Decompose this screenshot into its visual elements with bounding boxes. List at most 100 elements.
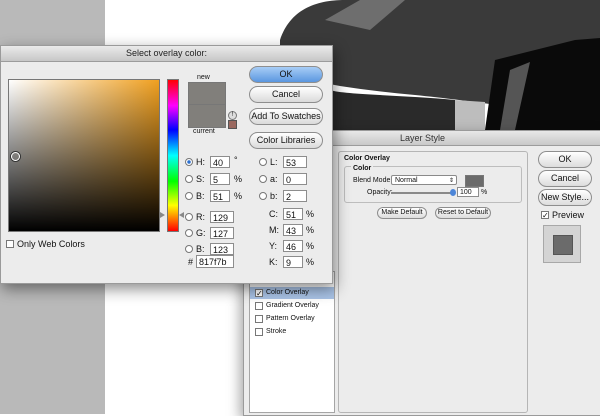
b-value: 51 — [213, 192, 224, 202]
a-input[interactable]: 0 — [283, 173, 307, 185]
stroke-checkbox[interactable] — [255, 328, 263, 336]
y-label: Y: — [269, 241, 278, 251]
style-item-gradient-overlay[interactable]: Gradient Overlay — [250, 300, 334, 312]
hue-slider[interactable] — [167, 79, 179, 232]
overlay-color-swatch[interactable] — [465, 175, 484, 187]
g-label: G: — [196, 228, 206, 238]
warning-icon[interactable]: ! — [228, 111, 237, 120]
hex-label: # — [188, 257, 194, 267]
r-label: R: — [196, 212, 205, 222]
style-item-label: Pattern Overlay — [266, 315, 315, 322]
color-field[interactable] — [8, 79, 160, 232]
m-unit: % — [306, 225, 315, 235]
gradient-overlay-checkbox[interactable] — [255, 302, 263, 310]
color-picker-ok-button[interactable]: OK — [249, 66, 323, 83]
blend-mode-select[interactable]: Normal ⇕ — [391, 175, 457, 185]
color-field-cursor[interactable] — [11, 152, 20, 161]
lab-b-radio[interactable] — [259, 192, 267, 200]
s-input[interactable]: 5 — [210, 173, 230, 185]
s-radio[interactable] — [185, 175, 193, 183]
blue-radio[interactable] — [185, 245, 193, 253]
style-preview-box — [543, 225, 581, 263]
add-to-swatches-button[interactable]: Add To Swatches — [249, 108, 323, 125]
pattern-overlay-checkbox[interactable] — [255, 315, 263, 323]
y-input[interactable]: 46 — [283, 240, 303, 252]
group-title: Color — [351, 163, 374, 175]
opacity-input[interactable]: 100 — [457, 187, 479, 197]
style-item-pattern-overlay[interactable]: Pattern Overlay — [250, 313, 334, 325]
style-item-color-overlay[interactable]: ✓ Color Overlay — [250, 287, 334, 299]
web-safe-swatch-icon[interactable] — [228, 120, 237, 129]
k-unit: % — [306, 257, 315, 267]
make-default-button[interactable]: Make Default — [377, 207, 427, 219]
hue-slider-left-arrow[interactable] — [160, 212, 165, 218]
only-web-colors-label: Only Web Colors — [17, 239, 85, 249]
reset-to-default-button[interactable]: Reset to Default — [435, 207, 491, 219]
a-radio[interactable] — [259, 175, 267, 183]
r-radio[interactable] — [185, 213, 193, 221]
k-label: K: — [269, 257, 278, 267]
b-label: B: — [196, 191, 205, 201]
hex-input[interactable]: 817f7b — [196, 255, 234, 268]
blue-label: B: — [196, 244, 205, 254]
r-value: 129 — [213, 213, 229, 223]
c-label: C: — [269, 209, 278, 219]
blend-mode-label: Blend Mode: — [353, 177, 393, 184]
style-item-label: Stroke — [266, 328, 287, 335]
l-radio[interactable] — [259, 158, 267, 166]
s-value: 5 — [213, 175, 219, 185]
b-input[interactable]: 51 — [210, 190, 230, 202]
style-item-label: Color Overlay — [266, 289, 309, 296]
opacity-value: 100 — [460, 189, 472, 196]
r-input[interactable]: 129 — [210, 211, 234, 223]
layer-style-ok-button[interactable]: OK — [538, 151, 592, 168]
new-style-button[interactable]: New Style... — [538, 189, 592, 206]
hex-value: 817f7b — [199, 257, 227, 267]
a-label: a: — [270, 174, 278, 184]
blue-input[interactable]: 123 — [210, 243, 234, 255]
opacity-unit: % — [481, 189, 488, 196]
layer-style-cancel-button[interactable]: Cancel — [538, 170, 592, 187]
l-input[interactable]: 53 — [283, 156, 307, 168]
preview-toggle[interactable]: ✓ Preview — [541, 209, 600, 221]
lab-b-label: b: — [270, 191, 278, 201]
k-value: 9 — [286, 258, 292, 268]
c-value: 51 — [286, 210, 297, 220]
preview-label: Preview — [552, 210, 585, 220]
only-web-colors-checkbox[interactable] — [6, 240, 14, 248]
opacity-slider-thumb[interactable] — [450, 189, 456, 196]
l-value: 53 — [286, 158, 297, 168]
g-input[interactable]: 127 — [210, 227, 234, 239]
opacity-slider-track[interactable] — [391, 189, 456, 196]
m-input[interactable]: 43 — [283, 224, 303, 236]
color-overlay-checkbox[interactable]: ✓ — [255, 289, 263, 298]
current-label: current — [193, 128, 215, 135]
chevron-updown-icon: ⇕ — [448, 178, 454, 184]
c-input[interactable]: 51 — [283, 208, 303, 220]
b-radio[interactable] — [185, 192, 193, 200]
style-item-stroke[interactable]: Stroke — [250, 326, 334, 338]
style-item-label: Gradient Overlay — [266, 302, 319, 309]
h-input[interactable]: 40 — [210, 156, 230, 168]
color-picker-cancel-button[interactable]: Cancel — [249, 86, 323, 103]
m-label: M: — [269, 225, 279, 235]
styles-list: Satin ✓ Color Overlay Gradient Overlay P… — [249, 271, 335, 413]
h-radio[interactable] — [185, 158, 193, 166]
color-picker-dialog: Select overlay color: new current ! OK C… — [0, 45, 333, 284]
l-label: L: — [270, 157, 278, 167]
lab-b-input[interactable]: 2 — [283, 190, 307, 202]
opacity-label: Opacity: — [367, 189, 393, 196]
preview-checkbox[interactable]: ✓ — [541, 211, 549, 220]
g-radio[interactable] — [185, 229, 193, 237]
k-input[interactable]: 9 — [283, 256, 303, 268]
blue-value: 123 — [213, 245, 229, 255]
color-libraries-button[interactable]: Color Libraries — [249, 132, 323, 149]
new-color-swatch — [188, 82, 226, 105]
only-web-colors-toggle[interactable]: Only Web Colors — [6, 238, 96, 250]
b-unit: % — [234, 191, 243, 201]
lab-b-value: 2 — [286, 192, 292, 202]
s-label: S: — [196, 174, 205, 184]
current-color-swatch[interactable] — [188, 104, 226, 128]
s-unit: % — [234, 174, 243, 184]
hue-slider-right-arrow[interactable] — [179, 212, 184, 218]
